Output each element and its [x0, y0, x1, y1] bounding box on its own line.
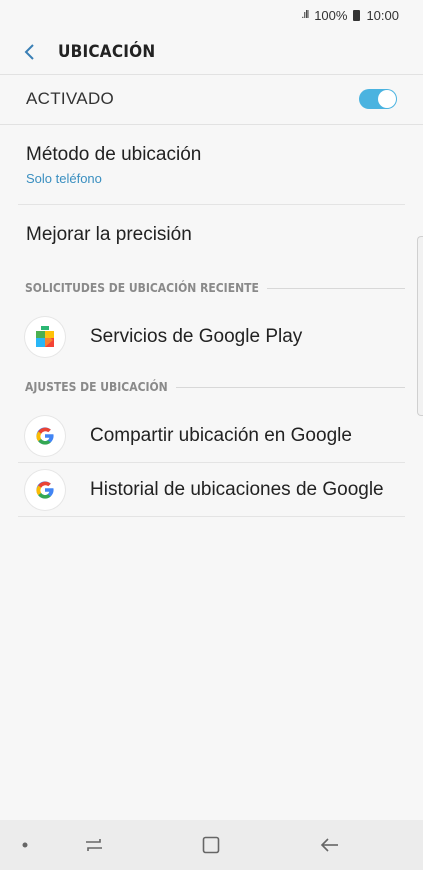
battery-percent: 100% — [314, 7, 348, 23]
chevron-left-icon — [24, 44, 34, 60]
navigation-bar — [0, 820, 423, 870]
location-method-value: Solo teléfono — [26, 170, 102, 186]
location-history-label: Historial de ubicaciones de Google — [90, 479, 384, 500]
section-header-recent: SOLICITUDES DE UBICACIÓN RECIENTE — [25, 278, 405, 298]
nav-dot-icon — [22, 842, 28, 848]
master-switch-row[interactable]: ACTIVADO — [0, 74, 423, 125]
section-rule — [266, 287, 405, 289]
page-title: UBICACIÓN — [58, 42, 156, 62]
divider — [18, 516, 405, 517]
home-button[interactable] — [195, 830, 227, 860]
home-icon — [202, 836, 220, 854]
recent-apps-icon — [86, 839, 102, 851]
recent-app-item[interactable]: Servicios de Google Play — [0, 311, 423, 363]
google-g-icon — [25, 416, 65, 456]
section-header-settings: AJUSTES DE UBICACIÓN — [25, 377, 405, 397]
divider — [18, 462, 405, 463]
improve-accuracy-row[interactable]: Mejorar la precisión — [0, 205, 423, 265]
master-toggle[interactable] — [359, 89, 397, 109]
master-switch-label: ACTIVADO — [26, 89, 115, 108]
location-method-row[interactable]: Método de ubicación Solo teléfono — [0, 125, 423, 204]
toggle-knob — [378, 90, 396, 108]
signal-icon: .ıll — [301, 9, 309, 21]
battery-icon — [353, 9, 361, 21]
back-nav-button[interactable] — [314, 830, 346, 860]
section-title-recent: SOLICITUDES DE UBICACIÓN RECIENTE — [25, 281, 259, 295]
improve-accuracy-title: Mejorar la precisión — [26, 224, 192, 245]
google-g-icon — [25, 470, 65, 510]
status-bar: .ıll 100% 10:00 — [0, 0, 423, 30]
edge-panel-handle[interactable] — [417, 236, 423, 416]
google-play-services-icon — [25, 317, 65, 357]
recent-apps-button[interactable] — [78, 830, 110, 860]
section-title-settings: AJUSTES DE UBICACIÓN — [25, 380, 168, 394]
location-method-title: Método de ubicación — [26, 143, 202, 165]
back-button[interactable] — [12, 34, 48, 70]
section-rule — [175, 386, 405, 388]
clock: 10:00 — [366, 7, 399, 23]
app-header: UBICACIÓN — [0, 30, 423, 75]
recent-app-label: Servicios de Google Play — [90, 326, 303, 347]
back-arrow-icon — [320, 838, 338, 852]
location-setting-item-share[interactable]: Compartir ubicación en Google — [0, 410, 423, 462]
location-setting-item-history[interactable]: Historial de ubicaciones de Google — [0, 464, 423, 516]
share-location-label: Compartir ubicación en Google — [90, 425, 352, 446]
